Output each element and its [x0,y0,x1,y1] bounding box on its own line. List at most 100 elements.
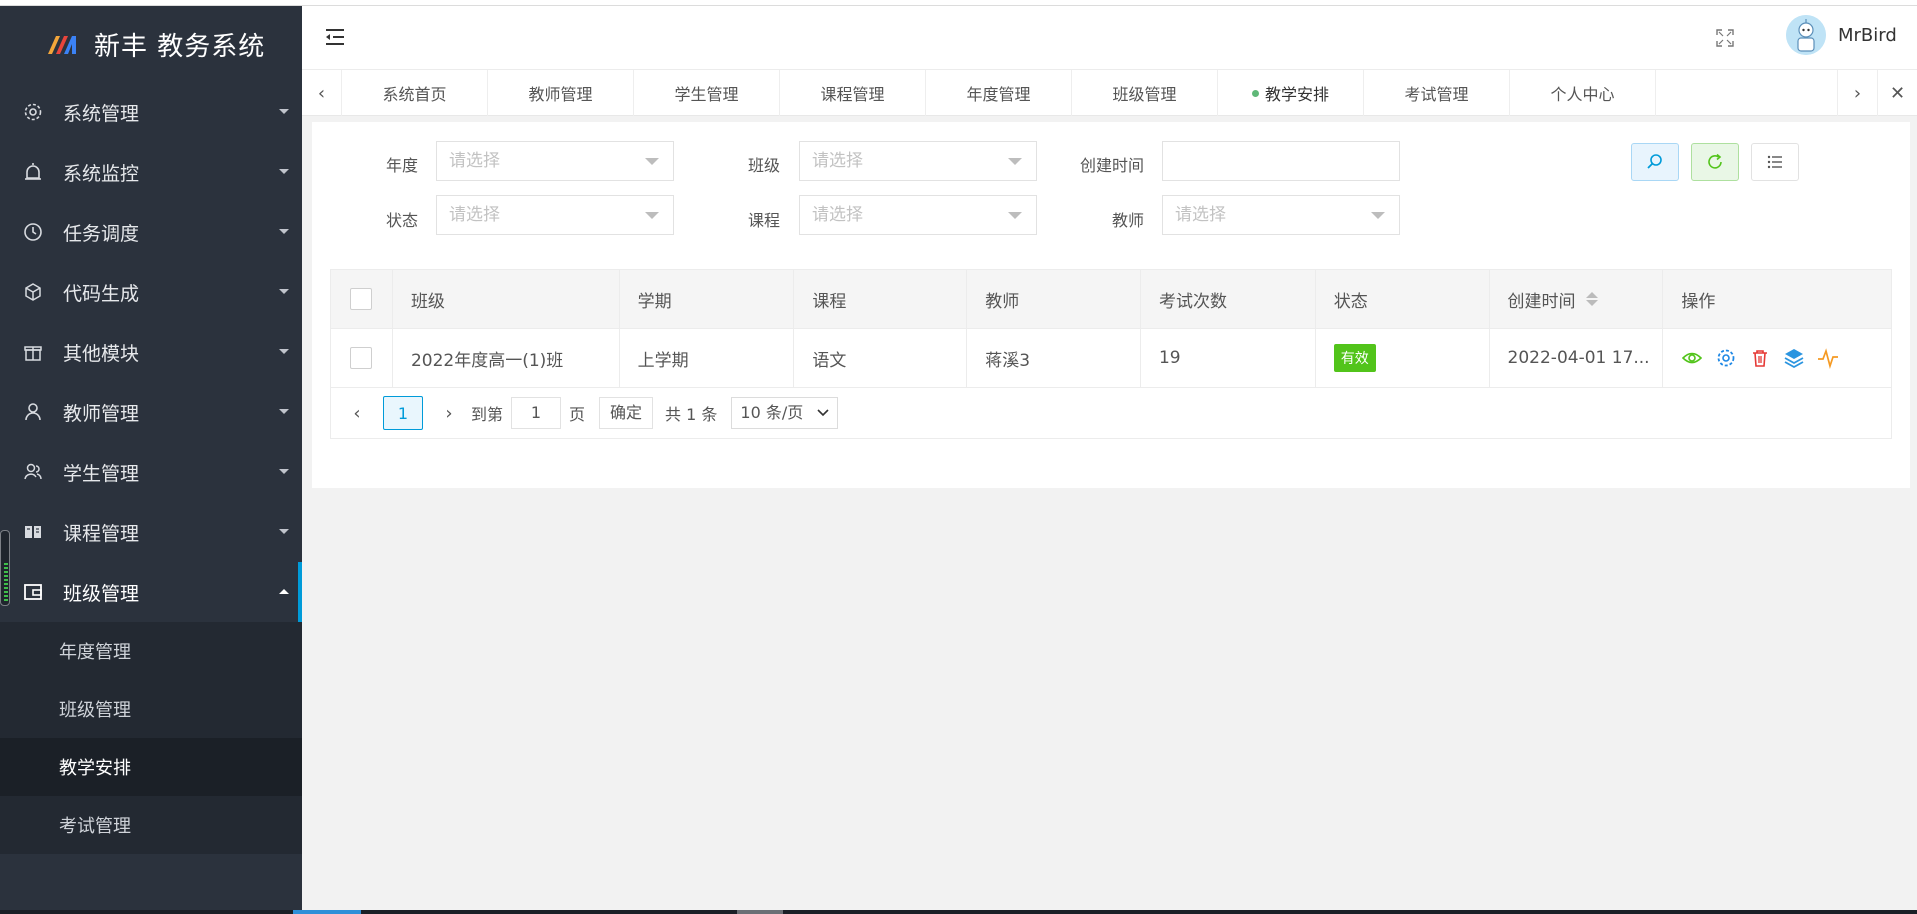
submenu-item-year[interactable]: 年度管理 [0,622,302,680]
col-term: 学期 [620,269,795,329]
sidebar-item-label: 教师管理 [63,402,140,425]
sidebar-item-teacher[interactable]: 教师管理 [0,382,302,442]
fullscreen-icon[interactable] [1715,28,1735,48]
table-header-row: 班级 学期 课程 教师 考试次数 状态 创建时间 操作 [331,269,1891,329]
select-placeholder: 请选择 [449,151,500,171]
select-placeholder: 请选择 [812,151,863,171]
sidebar-item-system[interactable]: 系统管理 [0,82,302,142]
reset-button[interactable] [1691,143,1739,181]
filter-status-select[interactable]: 请选择 [436,195,674,235]
content-card: 年度 请选择 班级 请选择 创建时间 状态 请选择 课程 请选择 教师 请选择 [312,122,1910,488]
submenu-item-teaching[interactable]: 教学安排 [0,738,302,796]
filter-teacher-select[interactable]: 请选择 [1162,195,1400,235]
alarm-icon [22,161,44,183]
gear-icon [22,101,44,123]
more-options-button[interactable] [1751,143,1799,181]
menu-fold-icon[interactable] [324,26,346,48]
select-placeholder: 请选择 [1175,205,1226,225]
sidebar-item-label: 学生管理 [63,462,140,485]
chevron-down-icon [279,169,289,174]
level-meter [4,563,8,603]
tab-course[interactable]: 课程管理 [780,70,926,116]
refresh-icon [1708,153,1722,169]
wallet-icon [22,581,44,603]
filter-year-select[interactable]: 请选择 [436,141,674,181]
filter-course-select[interactable]: 请选择 [799,195,1037,235]
view-icon[interactable] [1681,347,1703,369]
col-course: 课程 [794,269,968,329]
select-placeholder: 请选择 [449,205,500,225]
tab-teacher[interactable]: 教师管理 [488,70,634,116]
users-icon [22,461,44,483]
page-unit-label: 页 [569,405,586,424]
submenu-item-class[interactable]: 班级管理 [0,680,302,738]
sidebar-item-monitor[interactable]: 系统监控 [0,142,302,202]
row-actions [1681,347,1839,369]
book-icon [22,521,44,543]
page-size-value: 10 条/页 [740,403,804,422]
filter-teacher-label: 教师 [1111,211,1144,230]
settings-icon[interactable] [1715,347,1737,369]
tab-label: 教学安排 [1264,85,1329,104]
sidebar-item-codegen[interactable]: 代码生成 [0,262,302,322]
sidebar-item-student[interactable]: 学生管理 [0,442,302,502]
tabs-scroll-left-icon[interactable]: ‹ [302,70,342,116]
filter-class-select[interactable]: 请选择 [799,141,1037,181]
sort-icon[interactable] [1585,292,1598,306]
sidebar-item-label: 代码生成 [63,282,140,305]
row-select-cell [331,328,393,388]
tab-year[interactable]: 年度管理 [926,70,1072,116]
select-all-cell [331,269,393,329]
activity-icon[interactable] [1817,347,1839,369]
total-count: 共 1 条 [665,405,718,424]
avatar[interactable] [1786,15,1826,55]
row-checkbox[interactable] [350,347,372,369]
app-root: 新丰 教务系统 系统管理 系统监控 任务调度 代码生成 其他模块 教师管理 学生… [0,0,1917,914]
select-all-checkbox[interactable] [350,288,372,310]
tabs-scroll-right-icon[interactable]: › [1837,70,1877,116]
sidebar-item-schedule[interactable]: 任务调度 [0,202,302,262]
user-menu[interactable]: MrBird [1786,15,1897,55]
filter-year-label: 年度 [385,156,418,175]
sidebar-item-label: 系统监控 [63,162,140,185]
tab-teaching[interactable]: 教学安排 [1218,70,1364,116]
chevron-down-icon [279,289,289,294]
sidebar-item-class[interactable]: 班级管理 [0,562,302,622]
side-drag-handle[interactable] [0,530,10,606]
cell-course: 语文 [794,328,968,388]
cell-actions [1663,329,1891,388]
chevron-down-icon [817,409,829,417]
goto-confirm-button[interactable]: 确定 [599,397,654,429]
next-page-icon[interactable]: › [435,403,463,424]
tab-class[interactable]: 班级管理 [1072,70,1218,116]
table-row: 2022年度高一(1)班 上学期 语文 蒋溪3 19 有效 2022-04-01… [331,328,1891,388]
app-title: 新丰 教务系统 [94,31,266,62]
sidebar-item-label: 任务调度 [63,222,140,245]
sidebar-item-course[interactable]: 课程管理 [0,502,302,562]
delete-icon[interactable] [1749,347,1771,369]
submenu-item-exam[interactable]: 考试管理 [0,796,302,854]
page-size-select[interactable]: 10 条/页 [731,397,839,429]
goto-page-input[interactable]: 1 [511,397,562,429]
filter-created-label: 创建时间 [1079,156,1144,175]
sidebar-item-other[interactable]: 其他模块 [0,322,302,382]
col-status: 状态 [1316,269,1490,329]
search-button[interactable] [1631,143,1679,181]
prev-page-icon[interactable]: ‹ [343,403,371,424]
pagination: ‹ 1 › 到第 1 页 确定 共 1 条 10 条/页 [331,388,1891,438]
filter-created-input[interactable] [1162,141,1400,181]
col-teacher: 教师 [967,269,1141,329]
user-icon [22,401,44,423]
close-tabs-icon[interactable]: ✕ [1877,70,1917,116]
tab-exam[interactable]: 考试管理 [1364,70,1510,116]
page-number-current[interactable]: 1 [383,396,423,430]
sidebar-item-label: 其他模块 [63,342,140,365]
layers-icon[interactable] [1783,347,1805,369]
col-created-label: 创建时间 [1507,291,1576,312]
status-badge: 有效 [1333,344,1376,372]
tab-student[interactable]: 学生管理 [634,70,780,116]
tab-home[interactable]: 系统首页 [342,70,488,116]
col-created[interactable]: 创建时间 [1490,269,1664,329]
tab-profile[interactable]: 个人中心 [1510,70,1656,116]
chevron-up-icon [279,589,289,594]
